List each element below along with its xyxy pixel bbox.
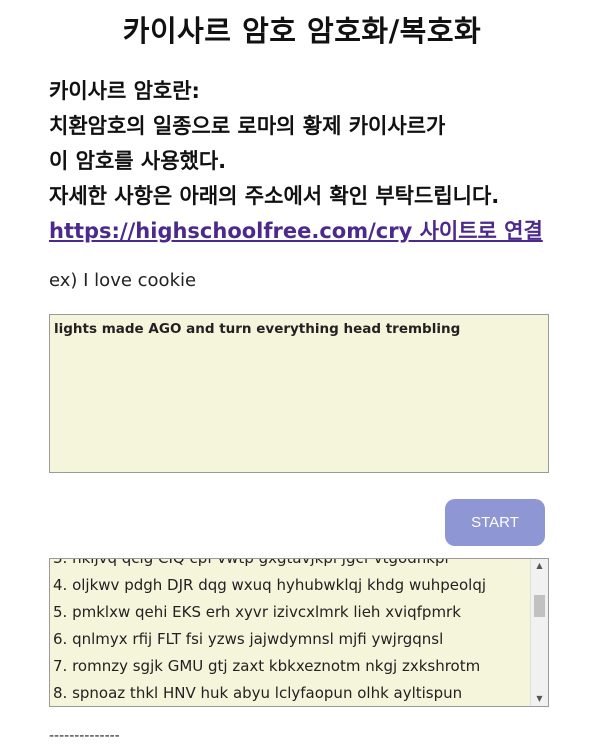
divider: -------------- [49,728,120,744]
output-line: 5. pmklxw qehi EKS erh xyvr izivcxlmrk l… [53,603,461,621]
example-text: ex) I love cookie [49,270,197,291]
output-line: 8. spnoaz thkl HNV huk abyu lclyfaopun o… [53,684,463,702]
intro-line-4: 자세한 사항은 아래의 주소에서 확인 부탁드립니다. [49,184,500,208]
output-list: 3. nkijvq qclg CIQ cpf vwtp gxgtavjkpi j… [50,558,530,706]
intro-line-2: 치환암호의 일종으로 로마의 황제 카이사르가 [49,114,446,138]
plaintext-input[interactable] [49,314,549,473]
output-line: 4. oljkwv pdgh DJR dqg wxuq hyhubwklqj k… [53,576,487,594]
output-line: 3. nkijvq qclg CIQ cpf vwtp gxgtavjkpi j… [53,558,449,567]
intro-line-1: 카이사르 암호란: [49,79,200,103]
page-title: 카이사르 암호 암호화/복호화 [122,14,482,48]
scroll-thumb[interactable] [534,595,545,617]
output-line: 6. qnlmyx rfij FLT fsi yzws jajwdymnsl m… [53,630,444,648]
scroll-up-icon[interactable]: ▲ [531,559,548,573]
output-line: 7. romnzy sgjk GMU gtj zaxt kbkxeznotm n… [53,657,481,675]
intro-section: 카이사르 암호란: 치환암호의 일종으로 로마의 황제 카이사르가 이 암호를 … [49,74,589,249]
scroll-down-icon[interactable]: ▼ [531,692,548,706]
output-box[interactable]: 3. nkijvq qclg CIQ cpf vwtp gxgtavjkpi j… [49,558,549,707]
output-scrollbar[interactable]: ▲ ▼ [530,559,548,706]
start-button[interactable]: START [445,499,545,546]
site-link[interactable]: https://highschoolfree.com/cry 사이트로 연결 [49,219,543,243]
intro-line-3: 이 암호를 사용했다. [49,149,227,173]
